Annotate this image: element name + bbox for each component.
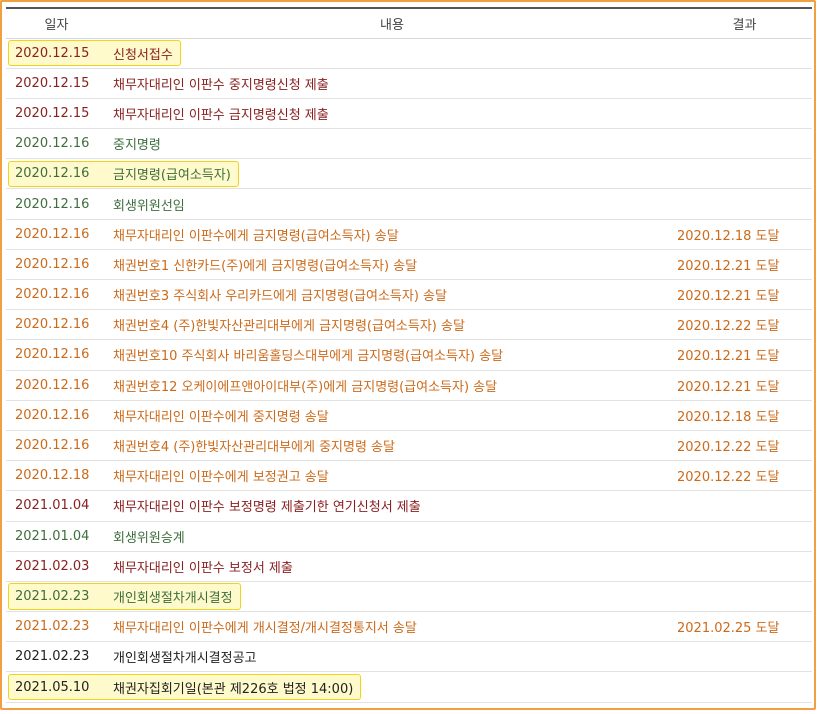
row-content: 회생위원선임 (113, 198, 185, 214)
header-date: 일자 (6, 8, 107, 39)
row-result: 2020.12.21 도달 (677, 349, 780, 365)
row-content: 채권번호3 주식회사 우리카드에게 금지명령(급여소득자) 송달 (113, 289, 447, 305)
row-result (677, 551, 812, 581)
table-row: 2020.12.16 채권번호4 (주)한빛자산관리대부에게 금지명령(급여소득자… (6, 310, 812, 340)
table-row: 2021.02.23 개인회생절차개시결정공고 (6, 642, 812, 672)
row-content: 채권번호10 주식회사 바리움홀딩스대부에게 금지명령(급여소득자) 송달 (113, 349, 504, 365)
row-result: 2020.12.21 도달 (677, 289, 780, 305)
row-content: 중지명령 (113, 138, 161, 154)
table-row: 2021.01.04 채무자대리인 이판수 보정명령 제출기한 연기신청서 제출 (6, 491, 812, 521)
row-result: 2021.02.25 도달 (677, 621, 780, 637)
row-content: 채무자대리인 이판수 중지명령신청 제출 (113, 77, 329, 93)
row-date: 2020.12.16 (15, 196, 90, 212)
table-row: 2020.12.15 신청서접수 (6, 38, 812, 69)
table-row: 2021.05.10 채권자집회기일(본관 제226호 법정 14:00) (6, 672, 812, 703)
table-row: 2020.12.15 채무자대리인 이판수 금지명령신청 제출 (6, 98, 812, 129)
case-progress-table: 일자 내용 결과 2020.12.15 신청서접수 2020.12.15 채무자대리인… (6, 7, 812, 703)
row-content: 채권번호4 (주)한빛자산관리대부에게 중지명령 송달 (113, 440, 395, 456)
row-date: 2021.02.03 (15, 558, 90, 574)
row-content: 채권번호1 신한카드(주)에게 금지명령(급여소득자) 송달 (113, 258, 418, 274)
row-date: 2021.02.23 (15, 649, 90, 665)
row-result (677, 129, 812, 159)
row-date: 2021.01.04 (15, 528, 90, 544)
row-result (677, 491, 812, 521)
table-row: 2020.12.16 채권번호12 오케이에프앤아이대부(주)에게 금지명령(급여… (6, 370, 812, 401)
row-content: 채무자대리인 이판수 보정명령 제출기한 연기신청서 제출 (113, 500, 421, 516)
table-header-row: 일자 내용 결과 (6, 8, 812, 39)
table-row: 2020.12.16 채권번호10 주식회사 바리움홀딩스대부에게 금지명령(급여… (6, 340, 812, 371)
row-content: 채무자대리인 이판수에게 금지명령(급여소득자) 송달 (113, 228, 399, 244)
row-content: 채권번호12 오케이에프앤아이대부(주)에게 금지명령(급여소득자) 송달 (113, 379, 498, 395)
row-result (677, 581, 812, 611)
table-row: 2020.12.16 회생위원선임 (6, 189, 812, 220)
row-date: 2021.02.23 (15, 619, 90, 635)
row-result (677, 98, 812, 128)
table-row: 2021.02.03 채무자대리인 이판수 보정서 제출 (6, 551, 812, 582)
row-content: 채무자대리인 이판수에게 중지명령 송달 (113, 409, 329, 425)
row-content: 금지명령(급여소득자) (113, 168, 231, 184)
row-result: 2020.12.21 도달 (677, 379, 780, 395)
row-content: 채권번호4 (주)한빛자산관리대부에게 금지명령(급여소득자) 송달 (113, 319, 465, 335)
row-content: 채무자대리인 이판수에게 개시결정/개시결정통지서 송달 (113, 621, 417, 637)
row-date: 2020.12.15 (15, 75, 90, 91)
row-content: 신청서접수 (113, 47, 173, 63)
row-result (677, 642, 812, 672)
row-date: 2021.02.23 (15, 588, 90, 604)
table-row: 2021.01.04 회생위원승계 (6, 521, 812, 552)
table-row: 2020.12.16 금지명령(급여소득자) (6, 159, 812, 189)
row-date: 2021.05.10 (15, 679, 90, 695)
row-content: 채무자대리인 이판수 금지명령신청 제출 (113, 107, 329, 123)
row-content: 개인회생절차개시결정공고 (113, 651, 257, 667)
row-date: 2020.12.16 (15, 347, 90, 363)
row-result (677, 189, 812, 219)
row-content: 회생위원승계 (113, 530, 185, 546)
row-content: 채무자대리인 이판수 보정서 제출 (113, 560, 293, 576)
table-row: 2021.02.23 채무자대리인 이판수에게 개시결정/개시결정통지서 송달 20… (6, 612, 812, 642)
row-date: 2020.12.16 (15, 136, 90, 152)
table-row: 2020.12.16 채무자대리인 이판수에게 중지명령 송달 2020.12.18… (6, 400, 812, 431)
row-date: 2020.12.16 (15, 317, 90, 333)
row-date: 2020.12.16 (15, 256, 90, 272)
table-row: 2020.12.16 채무자대리인 이판수에게 금지명령(급여소득자) 송달 202… (6, 219, 812, 250)
row-date: 2020.12.16 (15, 377, 90, 393)
row-content: 개인회생절차개시결정 (113, 590, 233, 606)
header-result: 결과 (677, 8, 812, 39)
row-result: 2020.12.21 도달 (677, 258, 780, 274)
row-date: 2020.12.16 (15, 166, 90, 182)
table-row: 2021.02.23 개인회생절차개시결정 (6, 581, 812, 612)
row-result (677, 159, 812, 189)
table-row: 2020.12.18 채무자대리인 이판수에게 보정권고 송달 2020.12.22… (6, 461, 812, 491)
row-result (677, 68, 812, 98)
row-date: 2021.01.04 (15, 498, 90, 514)
header-content: 내용 (107, 8, 677, 39)
row-content: 채무자대리인 이판수에게 보정권고 송달 (113, 470, 329, 486)
row-date: 2020.12.16 (15, 226, 90, 242)
row-result: 2020.12.22 도달 (677, 470, 780, 486)
table-row: 2020.12.15 채무자대리인 이판수 중지명령신청 제출 (6, 68, 812, 99)
row-date: 2020.12.15 (15, 105, 90, 121)
row-date: 2020.12.16 (15, 407, 90, 423)
row-result: 2020.12.22 도달 (677, 440, 780, 456)
row-result: 2020.12.18 도달 (677, 228, 780, 244)
row-content: 채권자집회기일(본관 제226호 법정 14:00) (113, 681, 354, 697)
table-row: 2020.12.16 채권번호1 신한카드(주)에게 금지명령(급여소득자) 송달… (6, 249, 812, 280)
row-result: 2020.12.22 도달 (677, 319, 780, 335)
row-date: 2020.12.18 (15, 468, 90, 484)
row-date: 2020.12.16 (15, 287, 90, 303)
table-row: 2020.12.16 채권번호4 (주)한빛자산관리대부에게 중지명령 송달 202… (6, 430, 812, 461)
row-date: 2020.12.15 (15, 45, 90, 61)
table-row: 2020.12.16 중지명령 (6, 129, 812, 159)
table-row: 2020.12.16 채권번호3 주식회사 우리카드에게 금지명령(급여소득자) … (6, 280, 812, 310)
row-result (677, 521, 812, 551)
row-result: 2020.12.18 도달 (677, 409, 780, 425)
row-result (677, 672, 812, 702)
row-date: 2020.12.16 (15, 438, 90, 454)
row-result (677, 38, 812, 68)
